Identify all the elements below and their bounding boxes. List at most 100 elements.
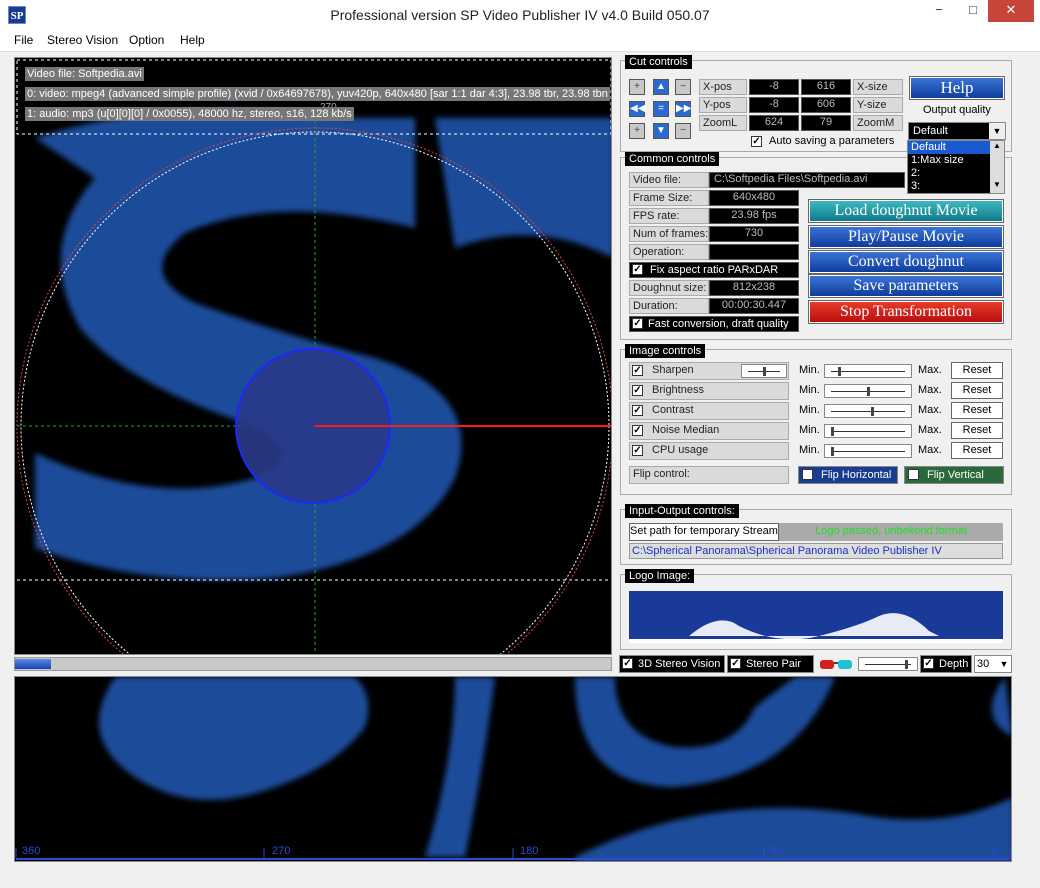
cpu-usage-reset-button[interactable]: Reset	[951, 442, 1003, 459]
fast-conversion-checkbox[interactable]: ✓	[632, 318, 643, 329]
angle-scale: 360 270 180 90 0	[14, 845, 1012, 862]
dropdown-scrollbar[interactable]: ▲ ▼	[990, 141, 1004, 193]
contrast-slider[interactable]	[824, 404, 912, 418]
menu-bar: File Stereo Vision Option Help	[0, 30, 1040, 52]
autosave-checkbox[interactable]: ✓	[751, 136, 762, 147]
contrast-reset-button[interactable]: Reset	[951, 402, 1003, 419]
cpu-usage-max-label: Max.	[918, 444, 942, 456]
sharpen-slider[interactable]	[824, 364, 912, 378]
xpos-label: X-pos	[699, 79, 747, 95]
doughnut-size-value: 812x238	[709, 280, 799, 296]
logo-image	[629, 591, 1003, 643]
io-status: Logo passed, unbekend format	[779, 523, 1003, 541]
video-progress-bar[interactable]	[14, 657, 612, 671]
depth-checkbox[interactable]: ✓	[923, 658, 934, 669]
stereo-pair-checkbox[interactable]: ✓	[730, 658, 741, 669]
quality-option-default[interactable]: Default	[908, 141, 990, 154]
ypos-field-b[interactable]: 606	[801, 97, 851, 113]
stereo-vision-label: 3D Stereo Vision	[638, 658, 721, 670]
fast-conversion-row[interactable]: ✓ Fast conversion, draft quality	[629, 316, 799, 332]
convert-doughnut-button[interactable]: Convert doughnut	[808, 250, 1004, 274]
flip-vertical-toggle[interactable]: Flip Vertical	[904, 466, 1004, 484]
brightness-row: Brightness	[629, 382, 789, 400]
maximize-button[interactable]: □	[956, 0, 990, 22]
video-file-value[interactable]: C:\Softpedia Files\Softpedia.avi	[709, 172, 905, 188]
depth-slider[interactable]	[858, 657, 918, 671]
chevron-down-icon[interactable]: ▼	[997, 656, 1011, 672]
path-field[interactable]: C:\Spherical Panorama\Spherical Panorama…	[629, 543, 1003, 559]
flip-vertical-checkbox[interactable]	[908, 469, 919, 480]
frames-label: Num of frames:	[629, 226, 709, 242]
cpu-usage-min-label: Min.	[799, 444, 820, 456]
ypos-field-a[interactable]: -8	[749, 97, 799, 113]
noise-median-checkbox[interactable]: ✓	[632, 425, 643, 436]
sharpen-checkbox[interactable]: ✓	[632, 365, 643, 376]
xpos-field-a[interactable]: -8	[749, 79, 799, 95]
minimize-button[interactable]: −	[922, 0, 956, 22]
noise-median-reset-button[interactable]: Reset	[951, 422, 1003, 439]
help-button[interactable]: Help	[909, 76, 1005, 100]
brightness-reset-button[interactable]: Reset	[951, 382, 1003, 399]
sharpen-label: Sharpen	[652, 364, 694, 376]
zoom-field-a[interactable]: 624	[749, 115, 799, 131]
close-button[interactable]: ✕	[988, 0, 1034, 22]
sharpen-amount-thumb	[763, 367, 766, 376]
common-controls-title: Common controls	[625, 152, 720, 166]
load-doughnut-button[interactable]: Load doughnut Movie	[808, 199, 1004, 223]
fps-label: FPS rate:	[629, 208, 709, 224]
noise-median-label: Noise Median	[652, 424, 720, 436]
plus-icon[interactable]: +	[629, 123, 645, 139]
brightness-checkbox[interactable]: ✓	[632, 385, 643, 396]
save-parameters-button[interactable]: Save parameters	[808, 274, 1004, 298]
menu-option[interactable]: Option	[129, 33, 164, 47]
up-arrow-icon[interactable]: ▲	[653, 79, 669, 95]
minus-icon[interactable]: −	[675, 79, 691, 95]
video-file-label: Video file:	[629, 172, 709, 188]
fix-aspect-checkbox[interactable]: ✓	[632, 264, 643, 275]
sharpen-reset-button[interactable]: Reset	[951, 362, 1003, 379]
sharpen-amount-slider[interactable]	[741, 364, 787, 378]
stop-transformation-button[interactable]: Stop Transformation	[808, 300, 1004, 324]
contrast-row: Contrast	[629, 402, 789, 420]
play-pause-button[interactable]: Play/Pause Movie	[808, 225, 1004, 249]
down-arrow-icon[interactable]: ▼	[653, 123, 669, 139]
xpos-field-b[interactable]: 616	[801, 79, 851, 95]
brightness-label: Brightness	[652, 384, 704, 396]
depth-select[interactable]: 30 ▼	[974, 655, 1012, 673]
flip-horizontal-toggle[interactable]: Flip Horizontal	[798, 466, 898, 484]
quality-select[interactable]: Default ▼	[908, 122, 1006, 140]
contrast-checkbox[interactable]: ✓	[632, 405, 643, 416]
cpu-usage-checkbox[interactable]: ✓	[632, 445, 643, 456]
flip-horizontal-checkbox[interactable]	[802, 469, 813, 480]
center-icon[interactable]: =	[653, 101, 669, 117]
brightness-max-label: Max.	[918, 384, 942, 396]
menu-help[interactable]: Help	[180, 33, 205, 47]
zoom-in-icon[interactable]: +	[629, 79, 645, 95]
chevron-down-icon[interactable]: ▼	[989, 123, 1005, 139]
depth-value: 30	[977, 658, 990, 670]
frame-size-label: Frame Size:	[629, 190, 709, 206]
stereo-vision-toggle[interactable]: ✓ 3D Stereo Vision	[619, 655, 725, 673]
zoom-field-b[interactable]: 79	[801, 115, 851, 131]
zoom-out-icon[interactable]: −	[675, 123, 691, 139]
ypos-label: Y-pos	[699, 97, 747, 113]
flip-control-label: Flip control:	[629, 466, 789, 484]
title-bar: SP Professional version SP Video Publish…	[0, 0, 1040, 30]
depth-toggle[interactable]: ✓ Depth	[920, 655, 972, 673]
brightness-slider[interactable]	[824, 384, 912, 398]
video-preview[interactable]: 270 Video file: Softpedia.avi 0: video: …	[14, 57, 612, 655]
noise-median-slider[interactable]	[824, 424, 912, 438]
output-quality-label: Output quality	[923, 104, 991, 116]
set-path-button[interactable]: Set path for temporary Stream	[629, 523, 779, 541]
right-arrow-icon[interactable]: ▶▶	[675, 101, 691, 117]
cut-controls-group: Cut controls + ▲ − ◀◀ = ▶▶ + ▼ − X-pos -…	[620, 55, 1012, 152]
stereo-pair-toggle[interactable]: ✓ Stereo Pair	[727, 655, 814, 673]
cpu-usage-slider[interactable]	[824, 444, 912, 458]
left-arrow-icon[interactable]: ◀◀	[629, 101, 645, 117]
cpu-usage-row: CPU usage	[629, 442, 789, 460]
panorama-view[interactable]	[14, 676, 1012, 862]
fix-aspect-row[interactable]: ✓ Fix aspect ratio PARxDAR	[629, 262, 799, 278]
stereo-vision-checkbox[interactable]: ✓	[622, 658, 633, 669]
menu-file[interactable]: File	[14, 33, 33, 47]
menu-stereo-vision[interactable]: Stereo Vision	[47, 33, 118, 47]
